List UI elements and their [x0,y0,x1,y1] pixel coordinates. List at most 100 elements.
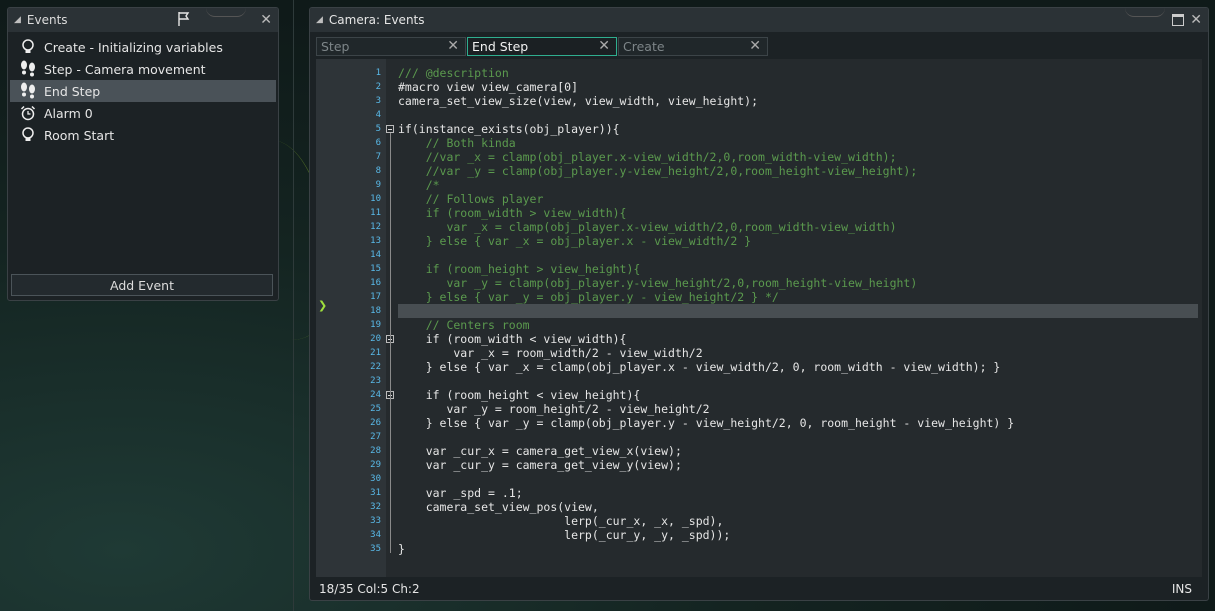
line-number: 2 [375,82,381,92]
footsteps-icon [18,60,38,78]
code-line[interactable]: if(instance_exists(obj_player)){ [398,122,1198,136]
line-number: 18 [370,306,381,316]
code-line[interactable]: var _x = room_width/2 - view_width/2 [398,346,1198,360]
code-window-title: Camera: Events [328,13,425,27]
line-number: 30 [370,474,381,484]
code-text[interactable]: /// @description #macro view view_camera[… [398,66,1198,556]
line-number: 13 [370,236,381,246]
code-line[interactable]: var _cur_x = camera_get_view_x(view); [398,444,1198,458]
code-line[interactable]: camera_set_view_pos(view, [398,500,1198,514]
line-number: 22 [370,362,381,372]
line-number: 5 [375,124,381,134]
code-line[interactable]: if (room_width > view_width){ [398,206,1198,220]
code-line[interactable]: } else { var _y = clamp(obj_player.y - v… [398,416,1198,430]
code-line[interactable]: // Both kinda [398,136,1198,150]
code-line[interactable]: //var _y = clamp(obj_player.y-view_heigh… [398,164,1198,178]
line-number: 6 [375,138,381,148]
close-icon[interactable]: ✕ [1190,12,1202,28]
line-number: 15 [370,264,381,274]
line-number: 17 [370,292,381,302]
code-line[interactable]: var _y = clamp(obj_player.y-view_height/… [398,276,1198,290]
event-item[interactable]: Room Start [10,124,276,146]
line-numbers: 1 2 3 4 5 6 7 8 9 10 11 12 13 14 15 16 17 18 19 20 21 22 23 24 2… [316,66,381,556]
line-number: 12 [370,222,381,232]
tab-step[interactable]: Step ✕ [316,37,466,56]
code-line[interactable] [398,472,1198,486]
code-line[interactable]: // Centers room [398,318,1198,332]
event-item-label: Step - Camera movement [44,61,206,77]
tab-label: Step [321,39,350,54]
code-line[interactable]: /* [398,178,1198,192]
tab-bar: Step ✕ End Step ✕ Create ✕ [310,37,1208,57]
line-number: 34 [370,530,381,540]
tab-close-icon[interactable]: ✕ [598,38,610,54]
code-line[interactable]: var _x = clamp(obj_player.x-view_width/2… [398,220,1198,234]
tab-close-icon[interactable]: ✕ [749,38,761,54]
event-item[interactable]: Step - Camera movement [10,58,276,80]
code-line[interactable]: // Follows player [398,192,1198,206]
code-editor-window: ◢ Camera: Events ✕ Step ✕ End Step ✕ Create ✕… [309,7,1209,601]
flag-icon[interactable] [176,11,192,27]
code-line[interactable]: lerp(_cur_x, _x, _spd), [398,514,1198,528]
workspace-divider [293,0,294,611]
line-number: 19 [370,320,381,330]
code-line[interactable] [398,108,1198,122]
line-number: 10 [370,194,381,204]
code-line[interactable]: } else { var _x = clamp(obj_player.x - v… [398,360,1198,374]
code-line[interactable]: //var _x = clamp(obj_player.x-view_width… [398,150,1198,164]
line-number: 32 [370,502,381,512]
header-notch [206,8,246,17]
code-line[interactable]: if (room_width < view_width){ [398,332,1198,346]
event-item-label: Room Start [44,127,115,143]
code-line[interactable]: var _spd = .1; [398,486,1198,500]
line-number: 8 [375,166,381,176]
code-line[interactable]: #macro view view_camera[0] [398,80,1198,94]
code-line[interactable]: } else { var _x = obj_player.x - view_wi… [398,234,1198,248]
event-item[interactable]: Create - Initializing variables [10,36,276,58]
line-number: 20 [370,334,381,344]
code-line[interactable]: } else { var _y = obj_player.y - view_he… [398,290,1198,304]
tab-close-icon[interactable]: ✕ [447,38,459,54]
line-number: 1 [375,68,381,78]
code-line[interactable] [398,304,1198,318]
fold-toggle-icon[interactable] [386,125,394,133]
code-line[interactable]: camera_set_view_size(view, view_width, v… [398,94,1198,108]
code-line[interactable]: } [398,542,1198,556]
lightbulb-icon [18,126,38,144]
insert-mode-indicator[interactable]: INS [1172,582,1192,596]
add-event-button[interactable]: Add Event [11,274,273,296]
line-number: 31 [370,488,381,498]
line-number: 24 [370,390,381,400]
close-icon[interactable]: ✕ [260,12,272,28]
events-panel-header[interactable]: ◢ Events ✕ [8,8,278,32]
code-line[interactable]: /// @description [398,66,1198,80]
tab-create[interactable]: Create ✕ [618,37,768,56]
collapse-triangle-icon[interactable]: ◢ [316,15,323,25]
line-number: 9 [375,180,381,190]
fold-guide [390,399,391,427]
maximize-icon[interactable] [1172,14,1184,26]
event-item[interactable]: End Step [10,80,276,102]
tab-label: Create [623,39,665,54]
event-item-label: End Step [44,83,101,99]
code-editor[interactable]: ❯ 1 2 3 4 5 6 7 8 9 10 11 12 13 14 15 16 17 18 19 20 21 22 23 2… [316,59,1202,577]
line-number: 4 [375,110,381,120]
code-line[interactable]: if (room_height < view_height){ [398,388,1198,402]
code-line[interactable]: var _cur_y = camera_get_view_y(view); [398,458,1198,472]
code-line[interactable] [398,374,1198,388]
footsteps-icon [18,82,38,100]
event-item[interactable]: Alarm 0 [10,102,276,124]
code-line[interactable] [398,248,1198,262]
code-line[interactable]: lerp(_cur_y, _y, _spd)); [398,528,1198,542]
tab-end-step[interactable]: End Step ✕ [467,37,617,56]
collapse-triangle-icon[interactable]: ◢ [14,15,21,25]
line-number: 3 [375,96,381,106]
line-number: 29 [370,460,381,470]
code-line[interactable]: var _y = room_height/2 - view_height/2 [398,402,1198,416]
line-number: 7 [375,152,381,162]
code-line[interactable]: if (room_height > view_height){ [398,262,1198,276]
code-window-header[interactable]: ◢ Camera: Events ✕ [310,8,1208,32]
code-line[interactable] [398,430,1198,444]
tab-label: End Step [472,39,529,54]
line-number: 28 [370,446,381,456]
